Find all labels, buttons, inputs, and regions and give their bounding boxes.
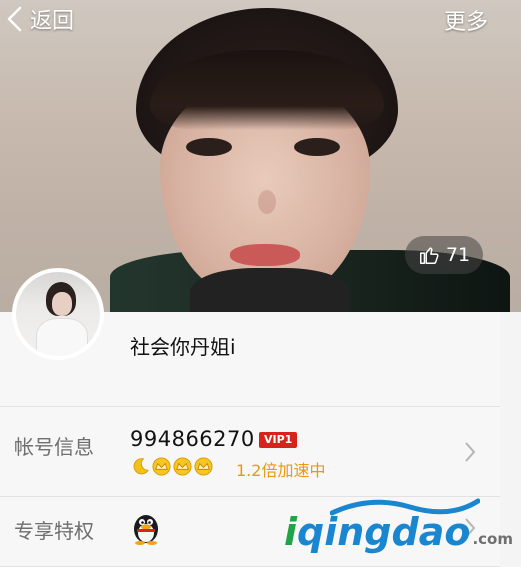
privilege-label: 专享特权 bbox=[14, 519, 94, 543]
account-info-row[interactable]: 帐号信息 994866270 VIP1 1.2倍加速中 bbox=[0, 407, 500, 497]
level-icons bbox=[131, 457, 215, 476]
avatar[interactable] bbox=[12, 268, 104, 360]
thumbs-up-icon bbox=[419, 247, 439, 264]
cover-nose bbox=[258, 190, 276, 214]
cover-collar bbox=[190, 268, 350, 312]
watermark-domain: .com bbox=[472, 530, 513, 548]
more-button[interactable]: 更多 bbox=[444, 4, 488, 36]
qq-penguin-icon bbox=[134, 515, 158, 545]
avatar-image bbox=[16, 272, 100, 356]
crown-icon bbox=[173, 457, 192, 476]
moon-icon bbox=[133, 458, 149, 475]
speed-status: 1.2倍加速中 bbox=[236, 461, 326, 480]
account-info-label: 帐号信息 bbox=[14, 435, 94, 459]
chevron-right-icon bbox=[464, 441, 476, 467]
nickname: 社会你丹姐i bbox=[130, 335, 236, 359]
cover-eye-left bbox=[186, 138, 232, 156]
like-count: 71 bbox=[445, 244, 471, 266]
account-number: 994866270 bbox=[130, 427, 255, 451]
watermark-main: qingdao bbox=[297, 510, 471, 554]
crown-icon bbox=[194, 457, 213, 476]
back-label: 返回 bbox=[30, 9, 75, 34]
chevron-left-icon bbox=[7, 6, 22, 32]
cover-lips bbox=[230, 244, 300, 266]
cover-eye-right bbox=[294, 138, 340, 156]
vip-badge: VIP1 bbox=[259, 432, 298, 448]
watermark-i: i bbox=[284, 510, 298, 554]
top-bar: 返回 更多 bbox=[0, 0, 521, 40]
crown-icon bbox=[152, 457, 171, 476]
watermark-logo: i qingdao .com bbox=[284, 504, 513, 554]
back-button[interactable]: 返回 bbox=[6, 4, 74, 34]
like-button[interactable]: 71 bbox=[405, 236, 483, 274]
